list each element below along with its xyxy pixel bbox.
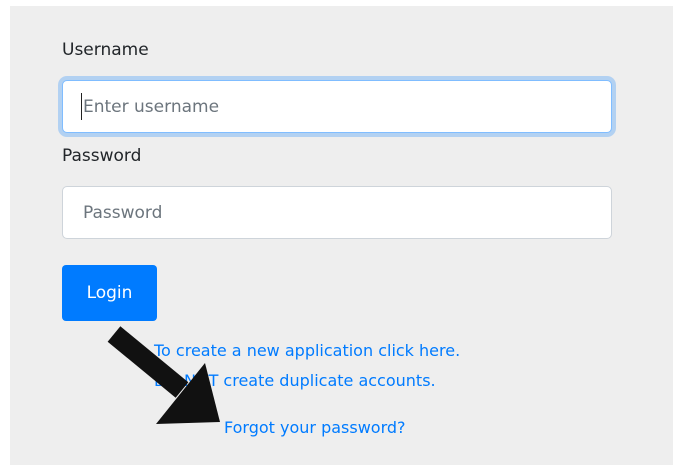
text-caret xyxy=(81,93,82,120)
duplicate-accounts-warning: DO NOT create duplicate accounts. xyxy=(154,371,436,390)
password-input[interactable] xyxy=(62,186,612,239)
username-input[interactable] xyxy=(62,80,612,133)
password-label: Password xyxy=(62,146,142,166)
forgot-password-link[interactable]: Forgot your password? xyxy=(224,418,406,437)
login-button[interactable]: Login xyxy=(62,265,157,321)
create-application-link[interactable]: To create a new application click here. xyxy=(154,341,460,360)
username-label: Username xyxy=(62,40,149,60)
